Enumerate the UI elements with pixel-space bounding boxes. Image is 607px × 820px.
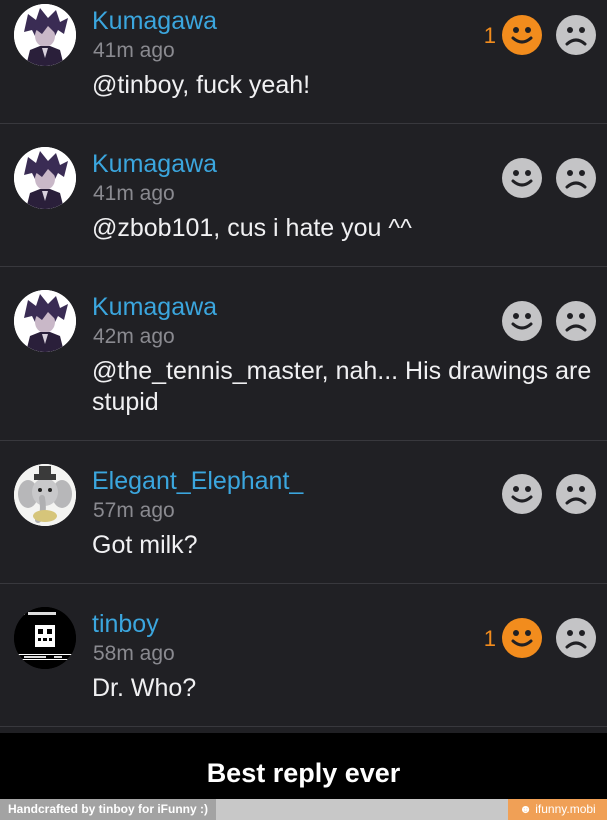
comment-username[interactable]: Kumagawa [92, 292, 217, 322]
frown-icon[interactable] [556, 301, 596, 341]
upvote-count: 1 [483, 23, 496, 48]
credit-text: Handcrafted by tinboy for iFunny :) [0, 799, 216, 820]
smile-icon[interactable] [502, 618, 542, 658]
comment-list: Kumagawa 41m ago @tinboy, fuck yeah! 1 K… [0, 0, 607, 733]
comment-text: Got milk? [92, 531, 198, 559]
smile-icon[interactable] [502, 474, 542, 514]
comment-text: @zbob101, cus i hate you ^^ [92, 214, 412, 242]
anime-boy-avatar-icon[interactable] [14, 4, 76, 66]
comment-username[interactable]: Kumagawa [92, 6, 217, 36]
pixel-skull-avatar-icon[interactable] [14, 607, 76, 669]
comment-item: tinboy 58m ago Dr. Who? 1 [0, 584, 607, 733]
comment-username[interactable]: Kumagawa [92, 149, 217, 179]
comment-item: Kumagawa 42m ago @the_tennis_master, nah… [0, 267, 607, 440]
divider [0, 726, 607, 727]
comment-text: @tinboy, fuck yeah! [92, 71, 311, 99]
upvote-count: 1 [483, 626, 496, 651]
smile-icon[interactable] [502, 15, 542, 55]
comment-item: Elegant_Elephant_ 57m ago Got milk? [0, 441, 607, 583]
comment-timestamp: 57m ago [93, 499, 175, 522]
comment-timestamp: 41m ago [93, 182, 175, 205]
comment-username[interactable]: tinboy [92, 609, 159, 639]
comment-timestamp: 41m ago [93, 39, 175, 62]
anime-boy-avatar-icon[interactable] [14, 290, 76, 352]
smile-icon[interactable] [502, 158, 542, 198]
meme-caption: Best reply ever [206, 758, 401, 788]
frown-icon[interactable] [556, 158, 596, 198]
frown-icon[interactable] [556, 474, 596, 514]
comment-item: Kumagawa 41m ago @tinboy, fuck yeah! 1 [0, 0, 607, 123]
comment-timestamp: 58m ago [93, 642, 175, 665]
frown-icon[interactable] [556, 618, 596, 658]
comment-item: Kumagawa 41m ago @zbob101, cus i hate yo… [0, 124, 607, 266]
comment-username[interactable]: Elegant_Elephant_ [92, 466, 303, 496]
anime-boy-avatar-icon[interactable] [14, 147, 76, 209]
elephant-avatar-icon[interactable] [14, 464, 76, 526]
smile-icon[interactable] [502, 301, 542, 341]
frown-icon[interactable] [556, 15, 596, 55]
comment-text: Dr. Who? [92, 674, 197, 702]
comment-text: @the_tennis_master, nah... His drawings … [92, 357, 592, 416]
ifunny-watermark: ☻ ifunny.mobi [508, 799, 607, 820]
comment-timestamp: 42m ago [93, 325, 175, 348]
